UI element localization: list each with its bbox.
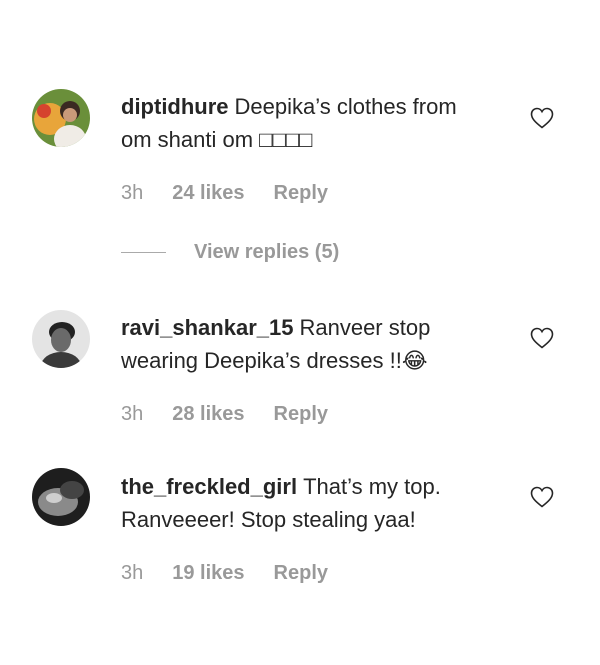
view-replies-button[interactable]: View replies (5) bbox=[121, 241, 339, 264]
avatar[interactable] bbox=[32, 310, 90, 368]
comment-timestamp: 3h bbox=[121, 182, 144, 204]
reply-button[interactable]: Reply bbox=[274, 562, 328, 585]
comment-body: diptidhure Deepika’s clothes from om shan… bbox=[121, 90, 481, 156]
comment-username[interactable]: the_freckled_girl bbox=[121, 474, 297, 499]
avatar[interactable] bbox=[32, 468, 90, 526]
heart-icon[interactable] bbox=[530, 107, 554, 129]
comment-body: the_freckled_girl That’s my top. Ranveeee… bbox=[121, 470, 481, 536]
divider bbox=[121, 252, 166, 253]
comment-meta: 3h 19 likes Reply bbox=[121, 562, 357, 585]
comment-likes[interactable]: 19 likes bbox=[172, 562, 244, 585]
comment-timestamp: 3h bbox=[121, 562, 144, 584]
heart-icon[interactable] bbox=[530, 486, 554, 508]
comment-body: ravi_shankar_15 Ranveer stop wearing Deep… bbox=[121, 311, 481, 377]
comment-timestamp: 3h bbox=[121, 403, 144, 425]
comment-username[interactable]: diptidhure bbox=[121, 94, 229, 119]
view-replies-label: View replies (5) bbox=[194, 241, 340, 263]
reply-button[interactable]: Reply bbox=[274, 182, 328, 205]
comment-username[interactable]: ravi_shankar_15 bbox=[121, 315, 293, 340]
reply-button[interactable]: Reply bbox=[274, 403, 328, 426]
avatar[interactable] bbox=[32, 89, 90, 147]
comment-likes[interactable]: 24 likes bbox=[172, 182, 244, 205]
comment-likes[interactable]: 28 likes bbox=[172, 403, 244, 426]
comment-meta: 3h 28 likes Reply bbox=[121, 403, 357, 426]
comment-meta: 3h 24 likes Reply bbox=[121, 182, 357, 205]
heart-icon[interactable] bbox=[530, 327, 554, 349]
